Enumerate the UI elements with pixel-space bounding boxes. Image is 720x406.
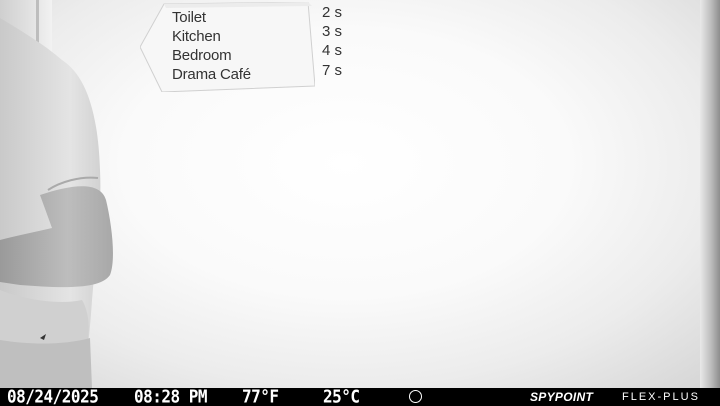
direction-sign: Toilet Kitchen Bedroom Drama Café [140, 2, 315, 92]
capture-time: 08:28 PM [134, 385, 208, 406]
camera-frame: Toilet Kitchen Bedroom Drama Café 2 s 3 … [0, 0, 720, 406]
sign-time-bedroom: 4 s [322, 42, 343, 59]
sign-label-bedroom: Bedroom [172, 47, 232, 64]
person-figure [0, 18, 113, 388]
camera-model: FLEX-PLUS [622, 391, 700, 403]
moon-phase-icon [409, 390, 422, 403]
sign-time-drama-cafe: 7 s [322, 62, 343, 79]
temperature-celsius: 25°C [323, 385, 360, 406]
temperature-fahrenheit: 77°F [242, 385, 279, 406]
brand-logo: SPYPOINT [530, 390, 594, 404]
sign-time-toilet: 2 s [322, 4, 343, 21]
capture-date: 08/24/2025 [7, 385, 99, 406]
sign-time-kitchen: 3 s [322, 23, 343, 40]
sign-label-kitchen: Kitchen [172, 28, 221, 45]
camera-info-bar: 08/24/2025 08:28 PM 77°F 25°C SPYPOINT F… [0, 385, 720, 406]
sign-label-toilet: Toilet [172, 9, 206, 26]
door-frame-right [700, 0, 720, 388]
night-scene: Toilet Kitchen Bedroom Drama Café 2 s 3 … [0, 0, 720, 388]
sign-label-drama-cafe: Drama Café [172, 66, 251, 83]
